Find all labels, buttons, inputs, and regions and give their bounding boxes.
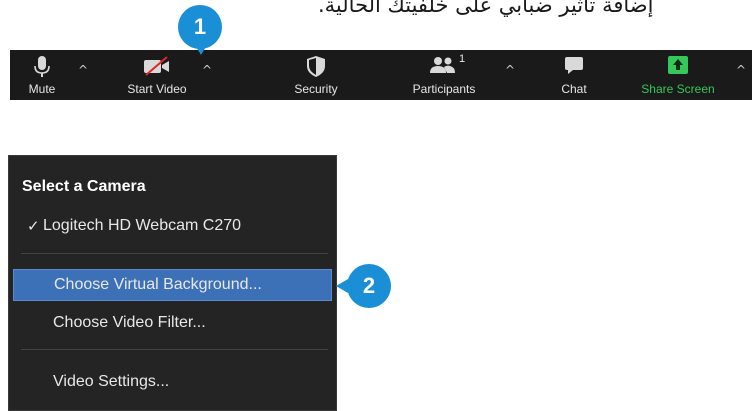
share-screen-icon: [668, 56, 688, 74]
menu-divider: [21, 253, 328, 254]
start-video-label: Start Video: [127, 82, 187, 96]
shield-icon: [307, 56, 325, 77]
security-button[interactable]: Security: [291, 50, 341, 100]
video-filter-label: Choose Video Filter...: [53, 314, 206, 331]
zoom-toolbar: Mute ^ Start Video ^ Security 1 Particip…: [10, 50, 752, 100]
chat-bubble-icon: [565, 57, 583, 74]
video-off-icon: [144, 56, 169, 76]
participant-count: 1: [459, 53, 466, 65]
camera-name: Logitech HD Webcam C270: [43, 217, 242, 234]
video-options-caret[interactable]: ^: [202, 63, 212, 77]
start-video-button[interactable]: Start Video: [120, 50, 194, 100]
video-settings-label: Video Settings...: [53, 373, 170, 390]
instruction-caption: إضافة تأثير ضبابي على خلفيتك الحالية.: [0, 0, 752, 24]
share-options-caret[interactable]: ^: [736, 63, 746, 77]
share-screen-label: Share Screen: [641, 82, 715, 96]
mute-label: Mute: [28, 82, 56, 96]
select-camera-heading: Select a Camera: [22, 178, 146, 195]
camera-menu: Select a Camera ✓ Logitech HD Webcam C27…: [8, 155, 337, 411]
checkmark-icon: ✓: [27, 218, 40, 235]
mute-options-caret[interactable]: ^: [78, 63, 88, 77]
chat-label: Chat: [561, 82, 587, 96]
participants-label: Participants: [412, 82, 476, 96]
camera-option-logitech[interactable]: ✓ Logitech HD Webcam C270: [9, 210, 336, 242]
virtual-background-label: Choose Virtual Background...: [54, 276, 262, 293]
choose-video-filter-item[interactable]: Choose Video Filter...: [9, 307, 336, 339]
participants-button[interactable]: 1 Participants: [406, 50, 482, 100]
microphone-icon: [34, 56, 50, 77]
chat-button[interactable]: Chat: [557, 50, 591, 100]
step-1-callout: 1: [178, 5, 222, 55]
mute-button[interactable]: Mute: [22, 50, 62, 100]
caption-text: إضافة تأثير ضبابي على خلفيتك الحالية.: [318, 0, 654, 17]
share-screen-button[interactable]: Share Screen: [634, 50, 722, 100]
menu-divider: [21, 349, 328, 350]
choose-virtual-background-item[interactable]: Choose Virtual Background...: [13, 269, 332, 301]
participants-options-caret[interactable]: ^: [505, 63, 515, 77]
video-settings-item[interactable]: Video Settings...: [9, 366, 336, 398]
participants-icon: [430, 57, 455, 73]
security-label: Security: [294, 82, 338, 96]
step-2-callout: 2: [336, 264, 391, 308]
